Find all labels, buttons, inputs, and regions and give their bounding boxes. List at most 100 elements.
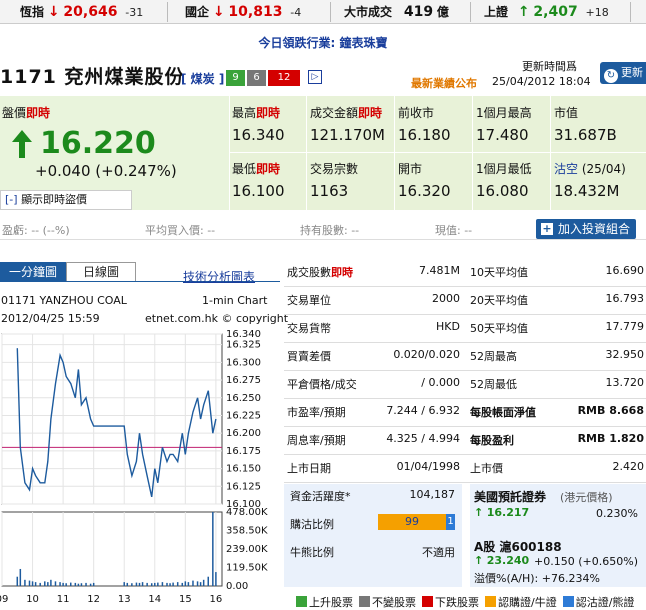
price-tick-label: 16.250: [226, 393, 261, 404]
legend-item: 不變股票: [359, 596, 416, 609]
a-share-price-row: ↑ 23.240: [474, 554, 530, 567]
stat-label-1: 交易單位: [287, 294, 331, 307]
stat-value-2: HKD: [436, 320, 460, 333]
ticker-hsi[interactable]: 恆指 ↓ 20,646 -31: [20, 0, 143, 24]
ticker-turnover-value: 419: [403, 4, 434, 20]
add-portfolio-button[interactable]: + 加入投資組合: [536, 219, 636, 239]
stock-title: 1171 兗州煤業股份: [0, 62, 185, 89]
time-tick-label: 12: [87, 594, 100, 605]
sector-link[interactable]: [ 煤炭 ]: [181, 70, 224, 87]
chart-date: 2012/04/25 15:59: [1, 312, 100, 325]
ticker-hscei-change: -4: [290, 6, 302, 19]
ticker-hsi-change: -31: [125, 6, 144, 19]
stat-right-value-7: 2.420: [612, 460, 645, 473]
bull-bear-value: 不適用: [422, 546, 455, 559]
stat-right-value-4: 13.720: [605, 376, 645, 389]
leading-sector[interactable]: 今日領跌行業: 鐘表珠寶: [0, 34, 646, 51]
legend-swatch: [422, 596, 433, 607]
low-value: 16.100: [232, 182, 285, 200]
stat-right-label-6: 每股盈利: [470, 434, 514, 447]
plus-icon: +: [541, 222, 553, 235]
legend-bar: 上升股票 不變股票 下跌股票 認購證/牛證 認沽證/熊證: [296, 594, 646, 609]
badge-down-count: 12: [268, 70, 300, 86]
price-tick-label: 16.325: [226, 340, 261, 351]
ticker-turnover-label: 大市成交: [344, 5, 393, 19]
stat-right-label-5: 每股帳面淨值: [470, 406, 536, 419]
show-realtime-button[interactable]: [-] 顯示即時盜價: [0, 190, 132, 210]
legend-swatch: [359, 596, 370, 607]
stat-value-4: / 0.000: [421, 376, 460, 389]
leading-sector-value: 鐘表珠寶: [339, 36, 388, 50]
time-tick-label: 13: [118, 594, 131, 605]
trades-label: 交易宗數: [310, 162, 359, 176]
chart-interval: 1-min Chart: [202, 294, 268, 307]
short-sell-label[interactable]: 沽空 (25/04): [554, 160, 626, 177]
stat-right-label-2: 50天平均值: [470, 322, 528, 335]
ticker-turnover[interactable]: 大市成交 419 億: [344, 0, 449, 24]
latest-results-link[interactable]: 最新業績公布: [411, 75, 477, 91]
realtime-flag: 即時: [331, 266, 353, 279]
up-arrow-icon: ↑: [474, 506, 484, 519]
turnover-value: 121.170M: [310, 126, 385, 144]
stat-right-label-0: 10天平均值: [470, 266, 528, 279]
technical-chart-link[interactable]: 技術分析圖表: [183, 268, 255, 285]
holding-avg-price: 平均買入價: --: [145, 224, 216, 237]
call-put-ratio-label: 購沽比例: [290, 518, 334, 531]
price-tick-label: 16.225: [226, 410, 261, 421]
tab-daily-chart[interactable]: 日線圖: [66, 262, 136, 282]
last-price: 16.220: [40, 126, 156, 161]
up-arrow-icon: ↑: [517, 4, 530, 20]
badge-unchanged-count: 6: [247, 70, 266, 86]
update-time-label: 更新時間爲: [522, 60, 577, 73]
call-ratio-bar: 99: [378, 514, 446, 530]
volume-tick-label: 119.50K: [226, 563, 268, 574]
up-arrow-icon: [12, 130, 32, 158]
stat-right-value-0: 16.690: [605, 264, 645, 277]
legend-swatch: [562, 596, 574, 607]
bull-bear-label: 牛熊比例: [290, 546, 334, 559]
legend-swatch: [485, 596, 496, 607]
turnover-label: 成交金額即時: [310, 106, 383, 120]
stat-label-6: 周息率/預期: [287, 434, 346, 447]
ticker-hscei[interactable]: 國企 ↓ 10,813 -4: [185, 0, 301, 24]
legend-label: 下跌股票: [435, 596, 479, 609]
ticker-hscei-label: 國企: [185, 5, 210, 19]
ticker-sse-change: +18: [585, 6, 609, 19]
stat-label-2: 交易貨幣: [287, 322, 331, 335]
chart-stock-code: 01171 YANZHOU COAL: [1, 294, 127, 307]
adr-title: 美國預託證券: [474, 490, 547, 504]
stat-label-7: 上市日期: [287, 462, 331, 475]
stat-label-5: 市盈率/預期: [287, 406, 346, 419]
time-tick-label: 10: [26, 594, 39, 605]
volume-tick-label: 0.00: [226, 581, 248, 592]
ticker-hscei-value: 10,813: [228, 4, 283, 20]
tab-1min-chart[interactable]: 一分鐘圖: [0, 262, 66, 282]
stat-value-0: 7.481M: [419, 264, 460, 277]
low-label: 最低即時: [232, 162, 281, 176]
stat-label-3: 買賣差價: [287, 350, 331, 363]
price-tick-label: 16.275: [226, 375, 261, 386]
time-tick-label: 11: [57, 594, 70, 605]
expand-arrow-icon[interactable]: ▷: [308, 70, 322, 84]
holding-pl: 盈虧: -- (--%): [2, 224, 70, 237]
time-tick-label: 14: [148, 594, 161, 605]
price-tick-label: 16.125: [226, 481, 261, 492]
stat-value-3: 0.020/0.020: [393, 348, 460, 361]
price-plot-area: [1, 333, 223, 505]
stat-right-label-7: 上市價: [470, 462, 503, 475]
time-tick-label: 15: [179, 594, 192, 605]
refresh-button[interactable]: ↻ 更新: [600, 62, 646, 84]
legend-label: 不變股票: [372, 596, 416, 609]
down-arrow-icon: ↓: [47, 4, 60, 20]
stat-right-value-1: 16.793: [605, 292, 645, 305]
ticker-sse[interactable]: 上證 ↑ 2,407 +18: [484, 0, 609, 24]
ticker-sse-value: 2,407: [533, 4, 578, 20]
down-arrow-icon: ↓: [212, 4, 225, 20]
put-ratio-bar: 1: [446, 514, 455, 530]
stat-value-5: 7.244 / 6.932: [386, 404, 460, 417]
month-high-value: 17.480: [476, 126, 529, 144]
stat-value-1: 2000: [432, 292, 460, 305]
holding-value: 現值: --: [435, 224, 473, 237]
market-cap-value: 31.687B: [554, 126, 617, 144]
stat-value-7: 01/04/1998: [396, 460, 460, 473]
